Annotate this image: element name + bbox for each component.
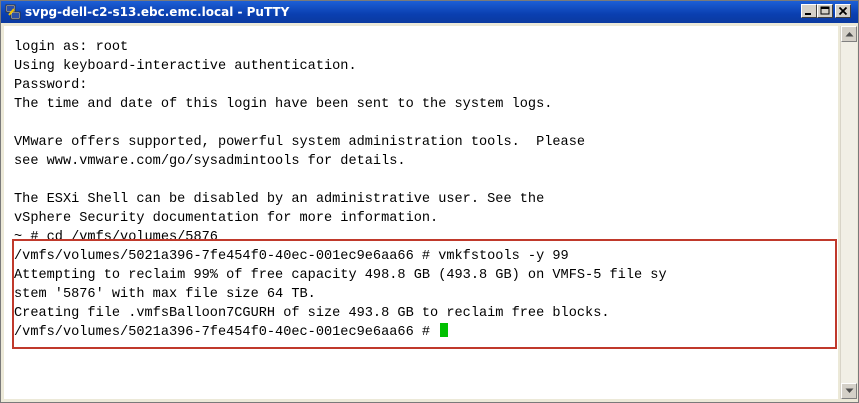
vertical-scrollbar[interactable] [840,26,857,399]
terminal-line: Attempting to reclaim 99% of free capaci… [14,268,667,283]
terminal-line: /vmfs/volumes/5021a396-7fe454f0-40ec-001… [14,249,569,264]
terminal-prompt-line: /vmfs/volumes/5021a396-7fe454f0-40ec-001… [14,323,667,342]
close-icon [838,6,848,16]
terminal-line: login as: root [14,40,129,55]
putty-window: svpg-dell-c2-s13.ebc.emc.local - PuTTY l… [0,0,859,403]
scroll-down-button[interactable] [841,383,857,399]
terminal-line: The time and date of this login have bee… [14,97,553,112]
scroll-down-arrow-icon [845,388,854,393]
maximize-button[interactable] [817,4,833,18]
terminal-line: vSphere Security documentation for more … [14,211,439,226]
title-bar[interactable]: svpg-dell-c2-s13.ebc.emc.local - PuTTY [1,1,858,23]
terminal-line: ~ # cd /vmfs/volumes/5876 [14,230,218,245]
maximize-icon [820,6,830,15]
terminal-prompt: /vmfs/volumes/5021a396-7fe454f0-40ec-001… [14,325,439,340]
minimize-button[interactable] [801,4,817,18]
scroll-up-button[interactable] [841,26,857,42]
terminal-cursor [440,323,449,337]
close-button[interactable] [835,4,851,18]
terminal-line: Password: [14,78,88,93]
terminal-line: Creating file .vmfsBalloon7CGURH of size… [14,306,610,321]
putty-icon[interactable] [5,4,21,20]
terminal-output[interactable]: login as: root Using keyboard-interactiv… [4,26,838,399]
window-title: svpg-dell-c2-s13.ebc.emc.local - PuTTY [25,5,290,19]
terminal-line: The ESXi Shell can be disabled by an adm… [14,192,545,207]
terminal-lines: login as: root Using keyboard-interactiv… [14,38,667,342]
minimize-icon [805,13,811,15]
terminal-line: see www.vmware.com/go/sysadmintools for … [14,154,406,169]
scroll-up-arrow-icon [845,32,854,37]
terminal-line: Using keyboard-interactive authenticatio… [14,59,357,74]
terminal-line: stem '5876' with max file size 64 TB. [14,287,316,302]
terminal-line: VMware offers supported, powerful system… [14,135,586,150]
